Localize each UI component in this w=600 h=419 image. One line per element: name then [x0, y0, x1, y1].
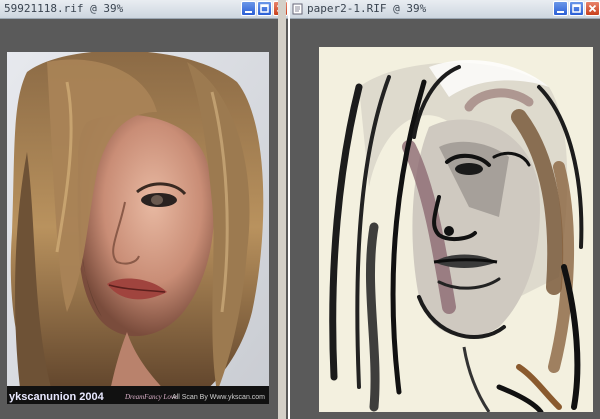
- document-icon: [292, 3, 303, 15]
- painting-canvas[interactable]: [319, 47, 593, 415]
- minimize-button[interactable]: [553, 1, 568, 16]
- maximize-icon: [572, 4, 581, 13]
- left-window-title: 59921118.rif @ 39%: [4, 2, 124, 15]
- right-titlebar[interactable]: paper2-1.RIF @ 39%: [290, 0, 600, 19]
- portrait-photo: [7, 50, 269, 405]
- left-document-window: 59921118.rif @ 39% ykscanunion 2004 Drea…: [0, 0, 290, 419]
- right-document-window: paper2-1.RIF @ 39%: [288, 0, 600, 419]
- photo-canvas[interactable]: ykscanunion 2004 DreamFancy Love All Sca…: [7, 50, 269, 405]
- maximize-icon: [260, 4, 269, 13]
- maximize-button[interactable]: [569, 1, 584, 16]
- photo-caption-bar: ykscanunion 2004 DreamFancy Love All Sca…: [7, 386, 269, 404]
- close-icon: [588, 4, 597, 13]
- minimize-button[interactable]: [241, 1, 256, 16]
- close-button[interactable]: [585, 1, 600, 16]
- scan-logo-text: ykscanunion 2004: [9, 391, 104, 403]
- scan-url-text: All Scan By Www.ykscan.com: [172, 394, 265, 401]
- sketch-painting: [319, 47, 593, 415]
- minimize-icon: [557, 11, 564, 13]
- right-window-controls: [553, 1, 600, 16]
- left-titlebar[interactable]: 59921118.rif @ 39%: [0, 0, 290, 19]
- left-window-scrollbar[interactable]: [278, 0, 286, 419]
- signature-text: DreamFancy Love: [125, 393, 178, 401]
- minimize-icon: [245, 11, 252, 13]
- right-window-title: paper2-1.RIF @ 39%: [307, 2, 427, 15]
- maximize-button[interactable]: [257, 1, 272, 16]
